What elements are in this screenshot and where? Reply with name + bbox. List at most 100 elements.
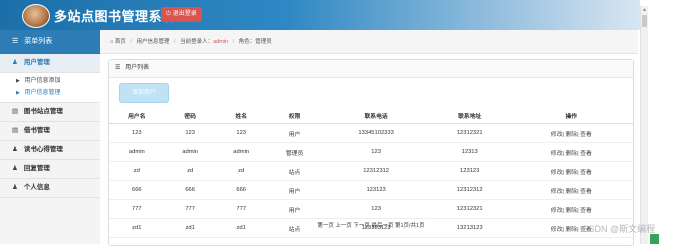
col-phone: 联系电话 <box>322 107 430 124</box>
sidebar-item-sites[interactable]: ▤ 图书站点管理 <box>0 103 100 122</box>
home-icon: ⌂ <box>110 39 114 45</box>
user-icon: ♟ <box>12 184 18 191</box>
cell: 12312312 <box>322 161 430 181</box>
vertical-scrollbar[interactable]: ▲ <box>640 6 648 244</box>
sidebar-item-borrow[interactable]: ▤ 借书管理 <box>0 122 100 141</box>
sidebar-item-user-management[interactable]: ♟ 用户管理 <box>0 54 100 73</box>
col-actions: 操作 <box>509 107 633 124</box>
cell: 12312312 <box>429 180 510 200</box>
add-user-button[interactable]: 添加用户 <box>119 83 169 103</box>
table-row: 666 666 666 用户 123123 12312312 修改| 删除| 查… <box>109 180 633 200</box>
cell: admin <box>164 142 216 162</box>
sidebar-item-label: 图书站点管理 <box>23 108 63 115</box>
table-row: 777 777 777 用户 123 12312321 修改| 删除| 查看 <box>109 199 633 219</box>
panel-title: 用户列表 <box>125 65 150 71</box>
cell: 站点 <box>266 161 323 181</box>
col-permission: 权限 <box>266 107 323 124</box>
cell: 管理员 <box>266 142 323 162</box>
sidebar: ☰ 菜单列表 ♟ 用户管理 ▶ 用户信息添加 ▶ 用户信息管理 ▤ 图书站点管理… <box>0 30 101 244</box>
cell: 123 <box>164 123 216 143</box>
main-content: ⌂ 首页 / 用户信息管理 / 当前登录人：admin / 角色：管理员 ☰ 用… <box>100 30 638 246</box>
cell: 123 <box>215 123 267 143</box>
breadcrumb-home[interactable]: 首页 <box>115 39 126 45</box>
cell: 123123 <box>322 180 430 200</box>
cell: 123123 <box>429 161 510 181</box>
sidebar-subitem-manage-users[interactable]: ▶ 用户信息管理 <box>0 87 100 99</box>
cell: 123 <box>322 142 430 162</box>
watermark: CSDN @斯文编程 <box>582 224 656 234</box>
current-user-label: 当前登录人： <box>180 39 214 45</box>
chevron-right-icon: ▶ <box>16 90 20 96</box>
sidebar-title: 菜单列表 <box>24 38 53 45</box>
user-icon: ♟ <box>12 146 18 153</box>
breadcrumb-separator: / <box>174 39 176 45</box>
sidebar-item-replies[interactable]: ♟ 回复管理 <box>0 160 100 179</box>
cell: 13345102333 <box>322 123 430 143</box>
col-address: 联系地址 <box>429 107 510 124</box>
table-header-row: 用户名 密码 姓名 权限 联系电话 联系地址 操作 <box>109 107 633 124</box>
panel-header: ☰ 用户列表 <box>109 60 633 78</box>
role-value: 管理员 <box>255 39 272 45</box>
app-header: 多站点图书管理系统 ⏻ 退出登录 <box>0 0 640 30</box>
list-icon: ☰ <box>12 38 19 45</box>
corner-badge <box>650 234 659 244</box>
user-table: 用户名 密码 姓名 权限 联系电话 联系地址 操作 123 123 123 用户… <box>109 107 633 238</box>
cell: 12313 <box>429 142 510 162</box>
cell: 777 <box>215 199 267 219</box>
power-icon: ⏻ <box>166 11 171 17</box>
cell: 666 <box>109 180 165 200</box>
sidebar-item-reading-notes[interactable]: ♟ 读书心得管理 <box>0 141 100 160</box>
row-actions[interactable]: 修改| 删除| 查看 <box>509 142 633 162</box>
sidebar-subitem-label: 用户信息管理 <box>24 90 61 96</box>
chevron-right-icon: ▶ <box>16 78 20 84</box>
breadcrumb-separator: / <box>130 39 132 45</box>
user-icon: ♟ <box>12 165 18 172</box>
cell: 用户 <box>266 123 323 143</box>
cell: zd <box>215 161 267 181</box>
add-user-label: 添加用户 <box>131 90 156 96</box>
pagination[interactable]: 第一页 上一页 下一页 最后一页 第1页/共1页 <box>109 221 633 229</box>
cell: 用户 <box>266 199 323 219</box>
cell: 777 <box>109 199 165 219</box>
sidebar-submenu: ▶ 用户信息添加 ▶ 用户信息管理 <box>0 73 100 103</box>
cell: 12312321 <box>429 123 510 143</box>
row-actions[interactable]: 修改| 删除| 查看 <box>509 199 633 219</box>
cell: 用户 <box>266 180 323 200</box>
col-name: 姓名 <box>215 107 267 124</box>
col-password: 密码 <box>164 107 216 124</box>
role-label: 角色： <box>238 39 256 45</box>
sidebar-header: ☰ 菜单列表 <box>0 30 100 54</box>
book-icon: ▤ <box>12 108 19 115</box>
cell: admin <box>215 142 267 162</box>
cell: 123 <box>322 199 430 219</box>
table-row: 123 123 123 用户 13345102333 12312321 修改| … <box>109 123 633 143</box>
cell: 12312321 <box>429 199 510 219</box>
user-avatar <box>22 4 50 28</box>
cell: admin <box>109 142 165 162</box>
current-user: admin <box>213 39 229 45</box>
book-icon: ▤ <box>12 127 19 134</box>
table-row: zd zd zd 站点 12312312 123123 修改| 删除| 查看 <box>109 161 633 181</box>
table-row: admin admin admin 管理员 123 12313 修改| 删除| … <box>109 142 633 162</box>
sidebar-subitem-add-user[interactable]: ▶ 用户信息添加 <box>0 75 100 87</box>
row-actions[interactable]: 修改| 删除| 查看 <box>509 161 633 181</box>
sidebar-item-label: 用户管理 <box>23 59 50 66</box>
sidebar-subitem-label: 用户信息添加 <box>24 78 61 84</box>
user-icon: ♟ <box>12 59 18 66</box>
logout-button[interactable]: ⏻ 退出登录 <box>161 7 202 22</box>
sidebar-item-profile[interactable]: ♟ 个人信息 <box>0 179 100 198</box>
cell: 777 <box>164 199 216 219</box>
cell: 666 <box>164 180 216 200</box>
row-actions[interactable]: 修改| 删除| 查看 <box>509 180 633 200</box>
scroll-up-arrow-icon[interactable]: ▲ <box>641 6 648 14</box>
col-username: 用户名 <box>109 107 165 124</box>
breadcrumb: ⌂ 首页 / 用户信息管理 / 当前登录人：admin / 角色：管理员 <box>100 30 638 54</box>
cell: 123 <box>109 123 165 143</box>
breadcrumb-separator: / <box>232 39 235 45</box>
cell: 666 <box>215 180 267 200</box>
scroll-thumb[interactable] <box>642 15 647 27</box>
row-actions[interactable]: 修改| 删除| 查看 <box>509 123 633 143</box>
sidebar-item-label: 读书心得管理 <box>23 146 63 153</box>
user-list-panel: ☰ 用户列表 添加用户 用户名 密码 姓名 权限 联系电话 联系地址 操作 12… <box>108 59 634 246</box>
breadcrumb-page: 用户信息管理 <box>136 39 170 45</box>
